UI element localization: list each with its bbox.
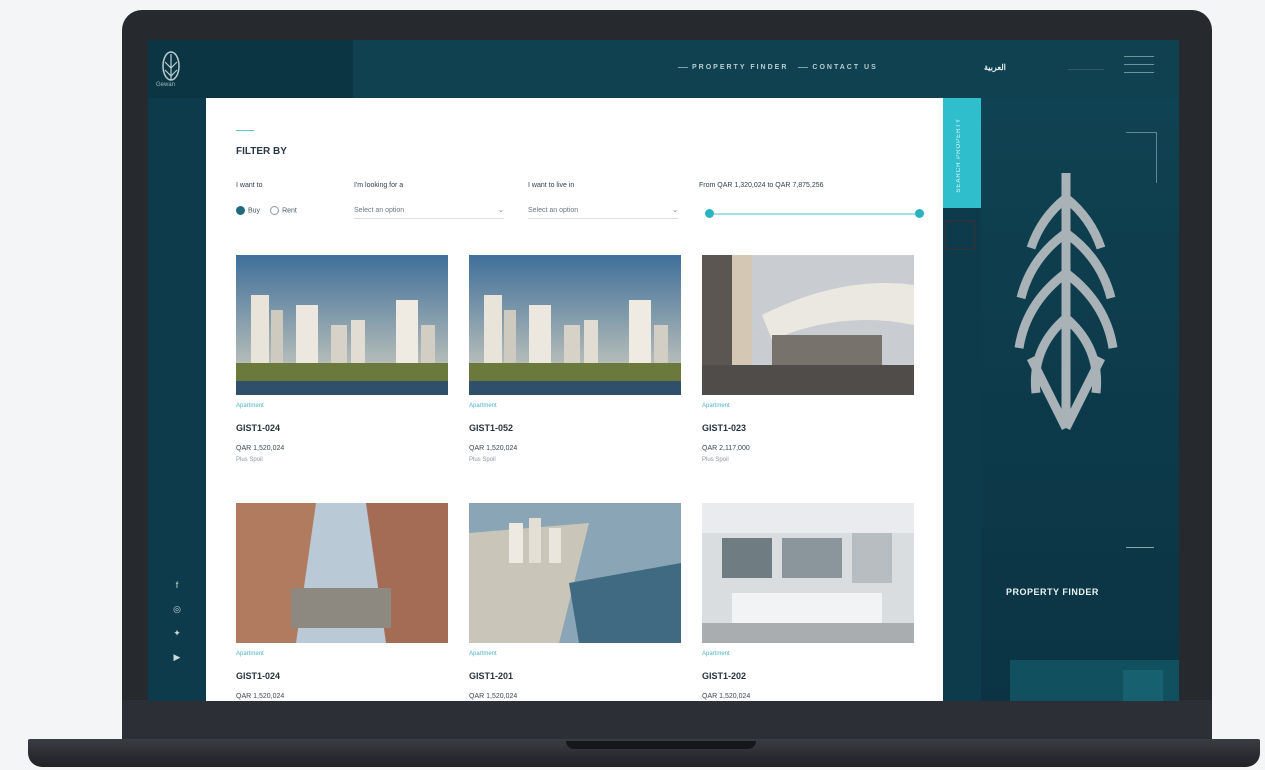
- instagram-icon[interactable]: ◎: [172, 604, 182, 614]
- listing-price: QAR 1,520,024: [469, 445, 518, 452]
- nav-item-property-finder[interactable]: PROPERTY FINDER: [678, 64, 788, 71]
- listing-status: Plus Spoil: [702, 457, 729, 463]
- price-slider-track[interactable]: [709, 213, 919, 215]
- divider: [1126, 547, 1154, 548]
- listing-status: Plus Spoil: [469, 457, 496, 463]
- price-slider-min-handle[interactable]: [705, 209, 714, 218]
- listing-card[interactable]: Apartment GIST1-052 QAR 1,520,024 Plus S…: [469, 255, 681, 475]
- listing-card[interactable]: Apartment GIST1-201 QAR 1,520,024: [469, 503, 681, 701]
- listing-status: Plus Spoil: [236, 457, 263, 463]
- listing-code[interactable]: GIST1-202: [702, 671, 746, 681]
- listing-code[interactable]: GIST1-052: [469, 423, 513, 433]
- youtube-icon[interactable]: ▶: [172, 652, 182, 662]
- right-decor-panel: [981, 98, 1179, 701]
- main-nav: PROPERTY FINDER CONTACT US: [678, 64, 878, 71]
- live-label: I want to live in: [528, 182, 575, 189]
- listing-image[interactable]: [236, 503, 448, 643]
- listing-price: QAR 1,520,024: [702, 693, 751, 700]
- top-navbar: Gewan PROPERTY FINDER CONTACT US العربية: [148, 40, 1179, 98]
- property-finder-title: PROPERTY FINDER: [1006, 587, 1099, 597]
- radio-buy[interactable]: Buy: [236, 206, 260, 215]
- listing-price: QAR 1,520,024: [469, 693, 518, 700]
- corner-bracket: [1126, 132, 1157, 183]
- filter-title: FILTER BY: [236, 146, 287, 157]
- listing-price: QAR 1,520,024: [236, 693, 285, 700]
- listing-type: Apartment: [236, 403, 264, 409]
- laptop-notch: [566, 741, 756, 749]
- price-range-label: From QAR 1,320,024 to QAR 7,875,256: [699, 182, 824, 189]
- nav-item-contact-us[interactable]: CONTACT US: [798, 64, 877, 71]
- listing-image[interactable]: [469, 503, 681, 643]
- property-type-select[interactable]: Select an option ⌄: [354, 202, 504, 219]
- listing-price: QAR 1,520,024: [236, 445, 285, 452]
- listing-card[interactable]: Apartment GIST1-202 QAR 1,520,024: [702, 503, 914, 701]
- listing-image[interactable]: [702, 503, 914, 643]
- listing-code[interactable]: GIST1-201: [469, 671, 513, 681]
- logo-text: Gewan: [156, 82, 176, 88]
- chevron-down-icon: ⌄: [672, 207, 678, 214]
- listing-card[interactable]: Apartment GIST1-024 QAR 1,520,024 Plus S…: [236, 255, 448, 475]
- twitter-icon[interactable]: ✦: [172, 628, 182, 638]
- listing-code[interactable]: GIST1-024: [236, 423, 280, 433]
- listing-price: QAR 2,117,000: [702, 445, 750, 452]
- price-slider-max-handle[interactable]: [915, 209, 924, 218]
- listing-type: Apartment: [236, 651, 264, 657]
- listing-type: Apartment: [469, 403, 497, 409]
- listing-card[interactable]: Apartment GIST1-024 QAR 1,520,024: [236, 503, 448, 701]
- listing-type: Apartment: [702, 651, 730, 657]
- listing-image[interactable]: [236, 255, 448, 395]
- buy-rent-radio-group: Buy Rent: [236, 206, 297, 215]
- left-sidebar: f ◎ ✦ ▶: [148, 98, 206, 701]
- listing-type: Apartment: [469, 651, 497, 657]
- language-switch[interactable]: العربية: [984, 63, 1006, 72]
- listing-code[interactable]: GIST1-023: [702, 423, 746, 433]
- decor-block: [1123, 670, 1163, 701]
- screen: Gewan PROPERTY FINDER CONTACT US العربية…: [148, 40, 1179, 701]
- listing-image[interactable]: [469, 255, 681, 395]
- listing-code[interactable]: GIST1-024: [236, 671, 280, 681]
- want-label: I want to: [236, 182, 263, 189]
- listing-card[interactable]: Apartment GIST1-023 QAR 2,117,000 Plus S…: [702, 255, 914, 475]
- facebook-icon[interactable]: f: [172, 580, 182, 590]
- search-property-tab[interactable]: SEARCH PROPERTY: [943, 98, 981, 208]
- property-panel: FILTER BY I want to Buy Rent I'm looking…: [206, 98, 943, 701]
- laptop-chin: [122, 700, 1212, 742]
- listing-type: Apartment: [702, 403, 730, 409]
- looking-label: I'm looking for a: [354, 182, 404, 189]
- leaf-emblem-icon: [1014, 173, 1118, 431]
- location-select[interactable]: Select an option ⌄: [528, 202, 678, 219]
- divider: [1068, 69, 1104, 70]
- radio-rent[interactable]: Rent: [270, 206, 297, 215]
- chevron-down-icon: ⌄: [498, 207, 504, 214]
- listing-image[interactable]: [702, 255, 914, 395]
- menu-icon[interactable]: [1124, 56, 1154, 80]
- filter-accent-line: [236, 130, 254, 131]
- tab-square: [945, 220, 975, 250]
- search-property-tab-label: SEARCH PROPERTY: [956, 118, 962, 193]
